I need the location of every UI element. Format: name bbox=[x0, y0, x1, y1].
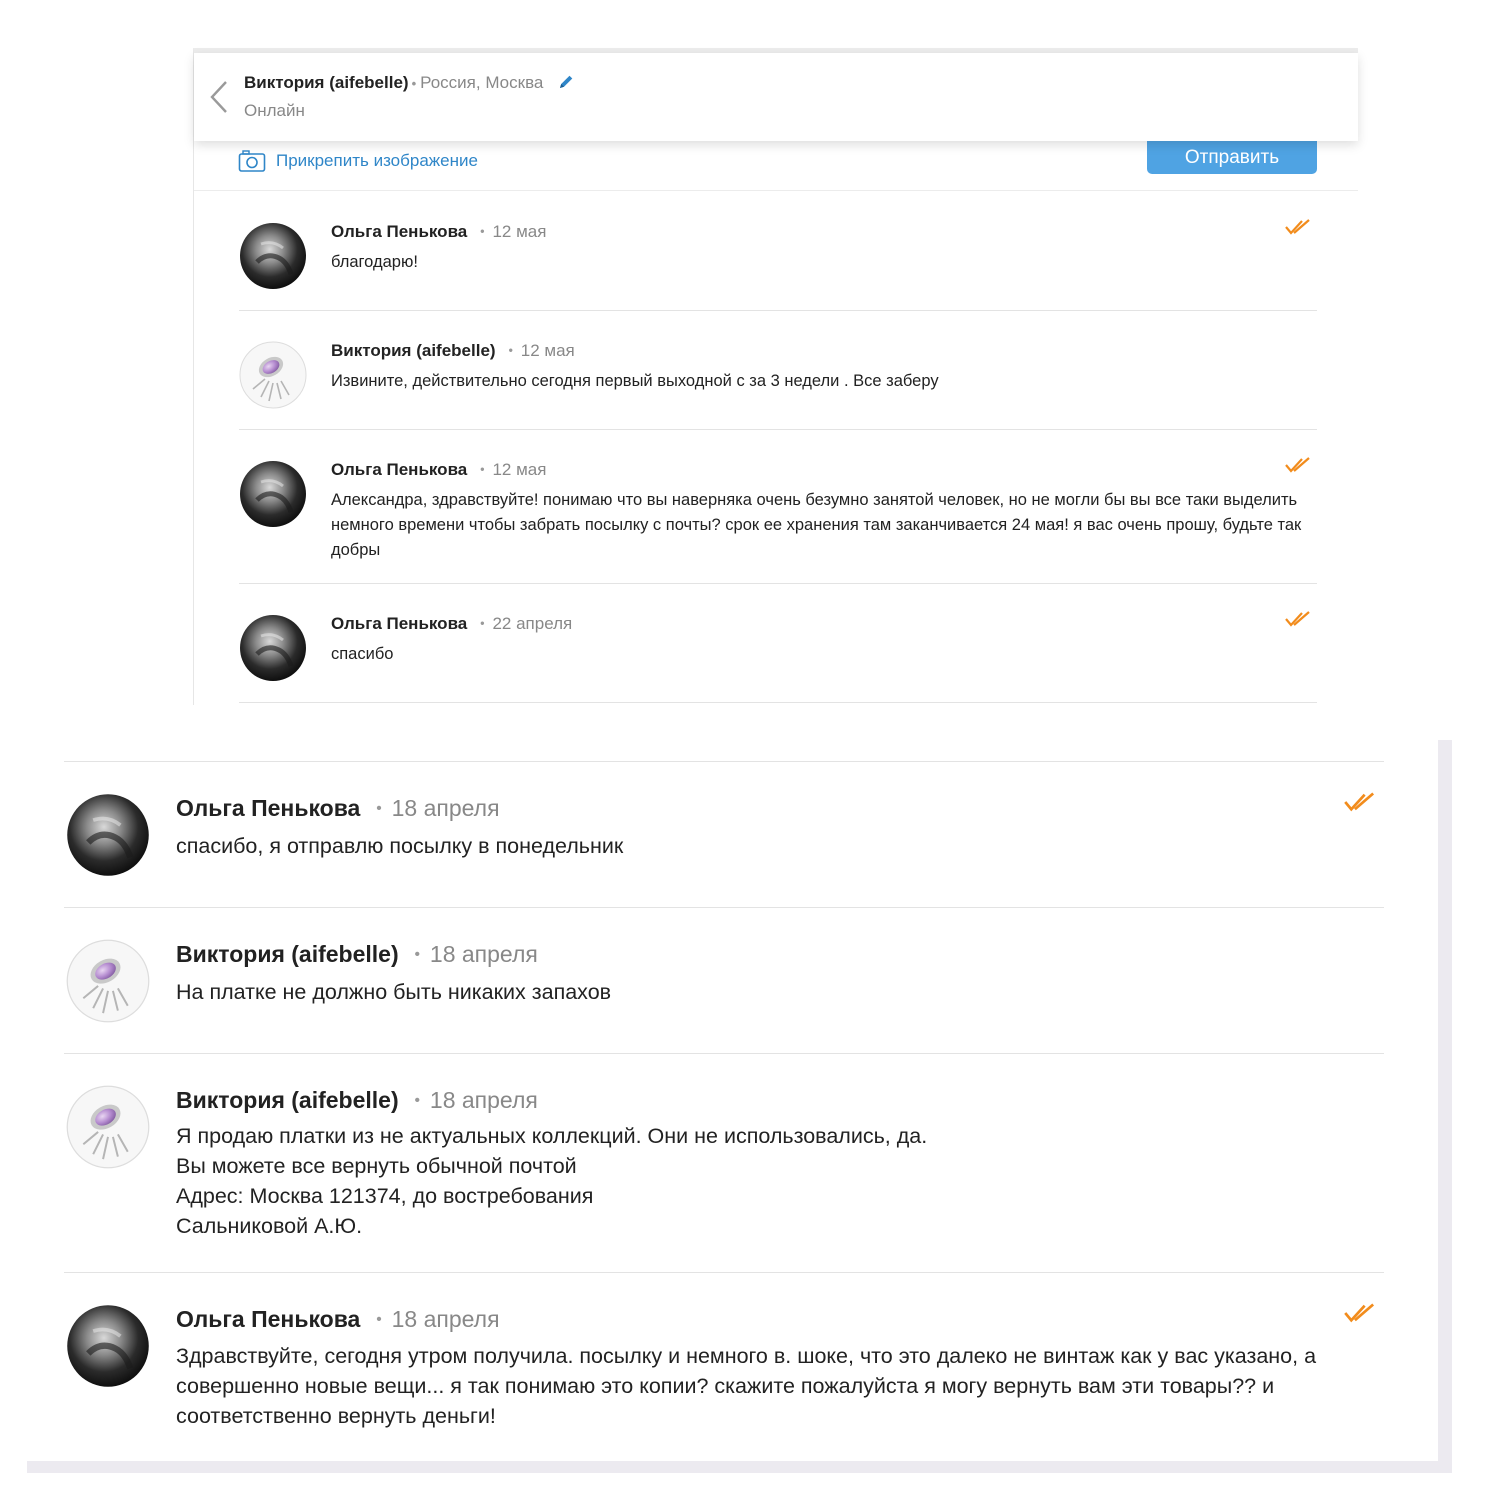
avatar[interactable] bbox=[66, 939, 150, 1023]
message-author: Ольга Пенькова • 12 мая bbox=[331, 222, 547, 241]
chat-header: Виктория (aifebelle) • Россия, Москва Онла… bbox=[194, 53, 1358, 141]
message-text: Я продаю платки из не актуальных коллекц… bbox=[176, 1124, 928, 1238]
message-date: 18 апреля bbox=[391, 795, 500, 821]
read-check-icon bbox=[1344, 792, 1375, 812]
avatar[interactable] bbox=[66, 793, 150, 877]
message-author: Виктория (aifebelle) • 12 мая bbox=[331, 341, 575, 360]
message-text: спасибо bbox=[331, 645, 394, 663]
avatar[interactable] bbox=[239, 222, 307, 290]
message-author: Ольга Пенькова • 18 апреля bbox=[176, 1306, 500, 1332]
chevron-left-icon[interactable] bbox=[206, 79, 234, 115]
avatar[interactable] bbox=[239, 614, 307, 682]
message-text: Александра, здравствуйте! понимаю что вы… bbox=[331, 491, 1302, 559]
message-date: 12 мая bbox=[492, 460, 547, 479]
message-date: 18 апреля bbox=[429, 1087, 538, 1113]
avatar[interactable] bbox=[66, 1304, 150, 1388]
online-status: Онлайн bbox=[244, 101, 305, 120]
chat-panel-bottom: Ольга Пенькова • 18 апреля спасибо, я отпр… bbox=[27, 740, 1452, 1473]
message-text: На платке не должно быть никаких запахов bbox=[176, 980, 612, 1004]
contact-name[interactable]: Виктория (aifebelle) • Россия, Москва bbox=[244, 73, 574, 95]
read-check-icon bbox=[1285, 457, 1310, 473]
message-date: 22 апреля bbox=[492, 614, 573, 633]
message-date: 18 апреля bbox=[391, 1306, 500, 1332]
message-author: Ольга Пенькова • 12 мая bbox=[331, 460, 547, 479]
avatar[interactable] bbox=[239, 460, 307, 528]
message-date: 12 мая bbox=[520, 341, 575, 360]
message-text: спасибо, я отправлю посылку в понедельни… bbox=[176, 834, 624, 858]
attach-image-button[interactable]: Прикрепить изображение bbox=[238, 149, 478, 173]
chat-panel-top: Виктория (aifebelle) • Россия, Москва Онла… bbox=[193, 48, 1358, 705]
composer-toolbar: Прикрепить изображение Отправить bbox=[194, 141, 1358, 191]
message-text: Извините, действительно сегодня первый в… bbox=[331, 372, 939, 390]
message-date: 12 мая bbox=[492, 222, 547, 241]
message-item: Ольга Пенькова • 12 мая Александра, здравс… bbox=[239, 430, 1317, 584]
message-author: Ольга Пенькова • 22 апреля bbox=[331, 614, 573, 633]
message-item: Виктория (aifebelle) • 12 мая Извините, де… bbox=[239, 311, 1317, 430]
read-check-icon bbox=[1285, 611, 1310, 627]
avatar[interactable] bbox=[66, 1085, 150, 1169]
message-item: Ольга Пенькова • 12 мая благодарю! bbox=[239, 192, 1317, 311]
read-check-icon bbox=[1344, 1303, 1375, 1323]
read-check-icon bbox=[1285, 219, 1310, 235]
message-date: 18 апреля bbox=[429, 941, 538, 967]
contact-location: Россия, Москва bbox=[420, 73, 544, 92]
message-item: Ольга Пенькова • 18 апреля Здравствуйте, с… bbox=[64, 1273, 1384, 1453]
message-author: Виктория (aifebelle) • 18 апреля bbox=[176, 941, 538, 967]
attach-image-label: Прикрепить изображение bbox=[276, 151, 478, 170]
avatar[interactable] bbox=[239, 341, 307, 409]
send-button[interactable]: Отправить bbox=[1147, 141, 1317, 174]
message-author: Ольга Пенькова • 18 апреля bbox=[176, 795, 500, 821]
message-item: Виктория (aifebelle) • 18 апреля Я продаю … bbox=[64, 1054, 1384, 1273]
message-author: Виктория (aifebelle) • 18 апреля bbox=[176, 1087, 538, 1113]
message-item: Ольга Пенькова • 22 апреля спасибо bbox=[239, 584, 1317, 703]
message-text: благодарю! bbox=[331, 253, 418, 271]
pencil-icon[interactable] bbox=[558, 74, 574, 95]
message-item: Виктория (aifebelle) • 18 апреля На платке… bbox=[64, 908, 1384, 1054]
message-item: Ольга Пенькова • 18 апреля спасибо, я отпр… bbox=[64, 762, 1384, 908]
camera-icon bbox=[238, 150, 266, 172]
message-text: Здравствуйте, сегодня утром получила. по… bbox=[176, 1344, 1317, 1428]
